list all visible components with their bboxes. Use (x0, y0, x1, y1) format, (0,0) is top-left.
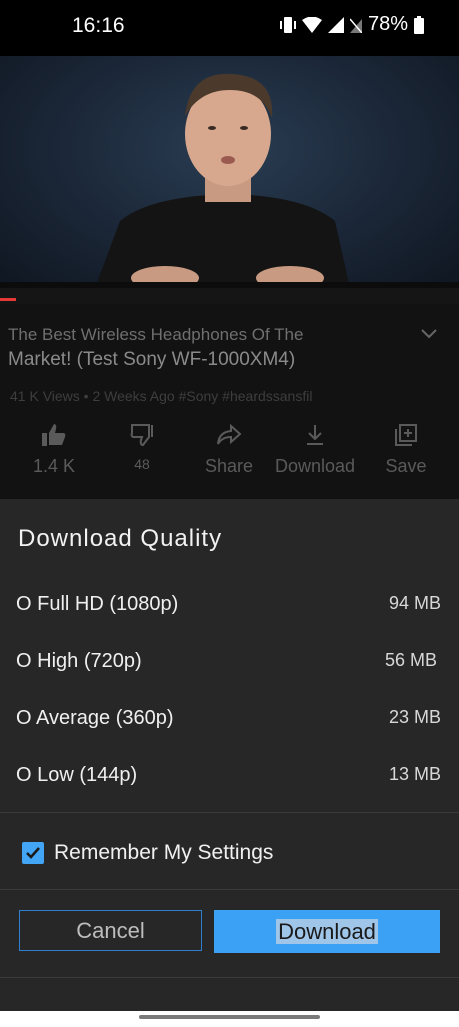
download-icon (270, 424, 360, 446)
download-button-label: Download (276, 918, 378, 944)
cancel-button[interactable]: Cancel (19, 910, 202, 951)
save-button[interactable]: Save (384, 424, 428, 477)
no-sim-icon (350, 17, 362, 33)
vibrate-icon (280, 16, 296, 34)
divider (0, 977, 459, 978)
quality-option-low[interactable]: O Low (144p) 13 MB (16, 764, 441, 794)
dislike-count: 48 (134, 456, 150, 472)
download-action-button[interactable]: Download (270, 424, 360, 477)
radio-icon: O (16, 707, 37, 729)
download-quality-sheet: Download Quality O Full HD (1080p) 94 MB… (0, 499, 459, 1011)
divider (0, 889, 459, 890)
quality-option-size: 94 MB (388, 593, 441, 613)
sheet-title: Download Quality (18, 525, 223, 552)
quality-option-label: Full HD (1080p) (37, 593, 179, 615)
quality-option-size: 56 MB (384, 650, 437, 670)
radio-icon: O (16, 764, 38, 786)
navigation-bar (0, 1011, 459, 1027)
share-label: Share (204, 456, 254, 476)
remember-settings-row[interactable]: Remember My Settings (22, 841, 273, 865)
thumbs-down-icon (122, 424, 162, 446)
video-title-line2: Market! (Test Sony WF-1000XM4) (8, 349, 296, 370)
save-label: Save (385, 456, 427, 476)
quality-option-high[interactable]: O High (720p) 56 MB (16, 650, 441, 680)
video-actions-row: 1.4 K 48 Share Download Save (0, 424, 459, 486)
radio-icon: O (16, 650, 38, 672)
download-action-label: Download (274, 456, 356, 476)
download-button[interactable]: Download (214, 910, 440, 953)
video-progress-fill (0, 298, 16, 301)
chevron-down-icon[interactable] (421, 326, 437, 344)
status-bar: 16:16 78% (0, 0, 459, 56)
quality-option-label: High (720p) (37, 650, 142, 672)
battery-level: 78% (368, 13, 409, 35)
home-gesture-handle[interactable] (139, 1015, 320, 1019)
dislike-button[interactable]: 48 (122, 424, 162, 472)
status-icons: 78% (280, 13, 425, 36)
share-icon (196, 424, 262, 446)
video-frame-person (0, 73, 459, 288)
video-title: The Best Wireless Headphones Of The Mark… (8, 322, 408, 372)
quality-option-full-hd[interactable]: O Full HD (1080p) 94 MB (16, 593, 441, 623)
quality-option-size: 13 MB (388, 764, 441, 784)
thumbs-up-icon (32, 424, 76, 446)
video-title-line1: The Best Wireless Headphones Of The (8, 325, 304, 344)
remember-settings-label: Remember My Settings (54, 841, 274, 864)
signal-icon (328, 16, 344, 33)
divider (0, 812, 459, 813)
radio-icon: O (16, 593, 38, 615)
quality-option-size: 23 MB (388, 707, 441, 727)
checkmark-icon (26, 847, 40, 859)
battery-icon (414, 15, 425, 34)
wifi-icon (302, 16, 322, 33)
like-count: 1.4 K (32, 456, 76, 476)
like-button[interactable]: 1.4 K (32, 424, 76, 477)
quality-option-average[interactable]: O Average (360p) 23 MB (16, 707, 441, 737)
video-player[interactable] (0, 56, 459, 288)
quality-option-label: Low (144p) (37, 764, 138, 786)
share-button[interactable]: Share (196, 424, 262, 477)
add-to-playlist-icon (384, 424, 428, 446)
video-progress-bar[interactable] (0, 288, 459, 304)
status-time: 16:16 (72, 14, 125, 37)
quality-option-label: Average (360p) (36, 707, 174, 729)
video-meta: 41 K Views • 2 Weeks Ago #Sony #heardssa… (10, 388, 313, 404)
checkbox[interactable] (22, 842, 44, 864)
